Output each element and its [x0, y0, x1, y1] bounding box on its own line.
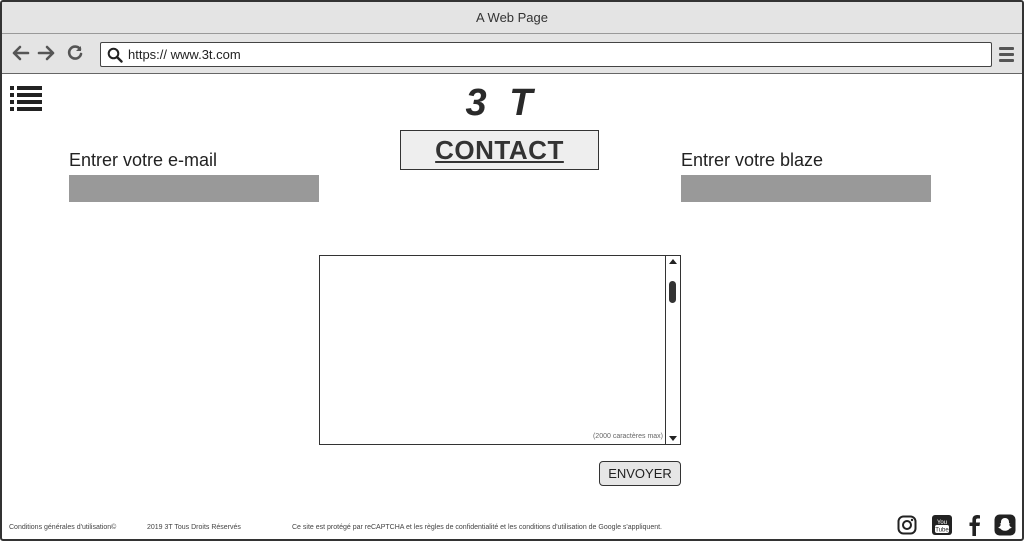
blaze-label: Entrer votre blaze: [681, 150, 824, 170]
hamburger-menu-icon[interactable]: [997, 43, 1017, 65]
site-logo: 3 T: [465, 82, 539, 124]
terms-link[interactable]: Conditions générales d'utilisation©: [9, 524, 116, 531]
contact-heading: CONTACT: [435, 134, 564, 165]
copyright-text: 2019 3T Tous Droits Réservés: [147, 524, 241, 531]
scroll-down-icon[interactable]: [669, 436, 677, 441]
send-button[interactable]: ENVOYER: [599, 461, 681, 486]
youtube-icon[interactable]: You Tube: [931, 514, 953, 536]
contact-heading-box: CONTACT: [400, 130, 599, 170]
recaptcha-notice: Ce site est protégé par reCAPTCHA et les…: [292, 524, 662, 531]
address-bar[interactable]: https:// www.3t.com: [100, 42, 992, 67]
list-icon[interactable]: [10, 84, 44, 114]
arrow-left-icon[interactable]: [10, 42, 32, 64]
textarea-scrollbar[interactable]: [665, 256, 680, 444]
arrow-right-icon[interactable]: [35, 42, 57, 64]
svg-text:Tube: Tube: [935, 528, 949, 534]
window-titlebar: A Web Page: [2, 2, 1022, 34]
browser-toolbar: https:// www.3t.com: [2, 34, 1022, 74]
window-title: A Web Page: [475, 10, 549, 25]
search-icon: [104, 44, 126, 66]
message-textarea[interactable]: (2000 caractères max): [319, 255, 681, 445]
char-limit-hint: (2000 caractères max): [592, 433, 663, 440]
snapchat-icon[interactable]: [994, 514, 1016, 536]
address-text: https:// www.3t.com: [128, 47, 241, 62]
email-label: Entrer votre e-mail: [69, 150, 218, 170]
email-field[interactable]: [69, 175, 319, 202]
blaze-field[interactable]: [681, 175, 931, 202]
scroll-up-icon[interactable]: [669, 259, 677, 264]
instagram-icon[interactable]: [896, 514, 918, 536]
facebook-icon[interactable]: [964, 514, 986, 536]
reload-icon[interactable]: [64, 42, 86, 64]
browser-window: A Web Page https:// www.3t.com 3 T CONTA…: [0, 0, 1024, 541]
scroll-thumb[interactable]: [669, 281, 676, 303]
